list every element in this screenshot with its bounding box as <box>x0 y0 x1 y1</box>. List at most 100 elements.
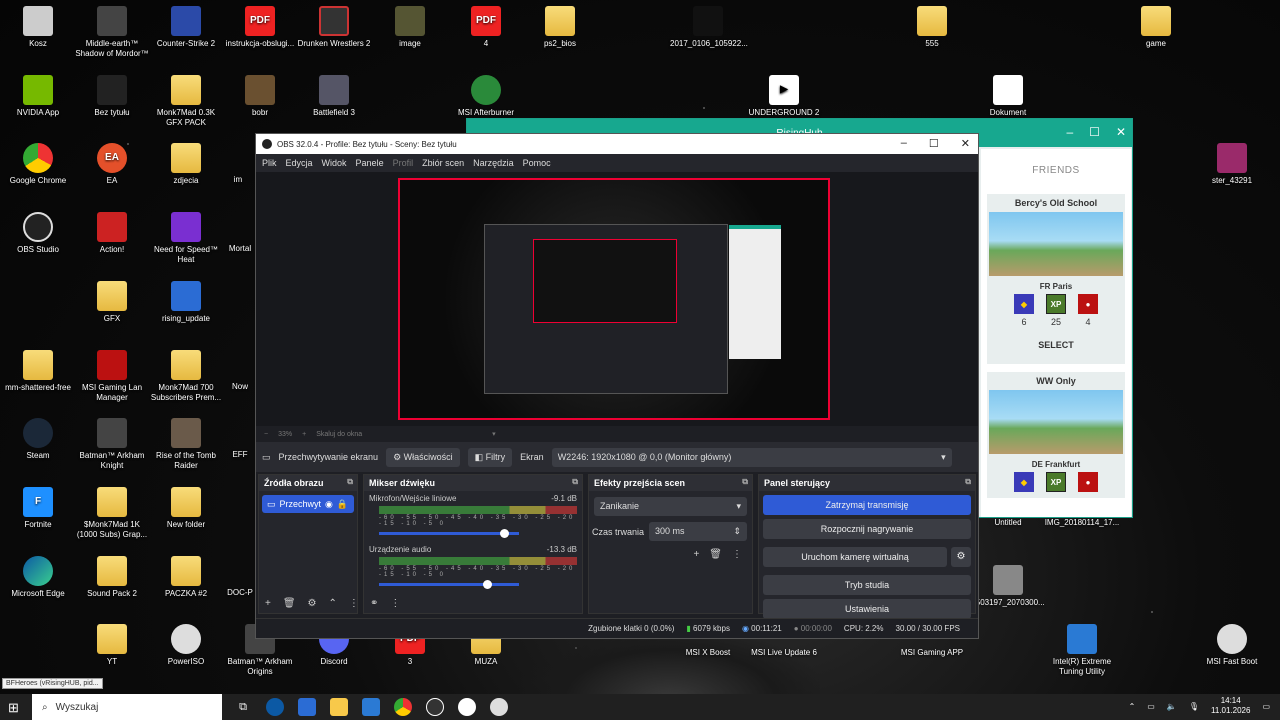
properties-button[interactable]: ⚙ Właściwości <box>386 447 460 467</box>
friends-header[interactable]: FRIENDS <box>981 165 1131 176</box>
maximize-icon[interactable]: ☐ <box>1089 125 1100 139</box>
store-icon[interactable] <box>298 698 316 716</box>
start-recording-button[interactable]: Rozpocznij nagrywanie <box>763 519 971 539</box>
desktop-icon-1503197[interactable]: 1503197_2070300... <box>970 565 1046 608</box>
gear-icon[interactable]: ⚙ <box>951 547 971 567</box>
desktop-icon-recycle-bin[interactable]: Kosz <box>0 6 76 49</box>
server-card[interactable]: WW Only DE Frankfurt ◆ XP ● <box>987 372 1125 498</box>
desktop-icon-untitled[interactable]: Untitled <box>970 518 1046 528</box>
chevron-up-icon[interactable]: ⌃ <box>1129 702 1136 711</box>
desktop-icon-bf3[interactable]: Battlefield 3 <box>296 75 372 118</box>
zoom-mode[interactable]: Skaluj do okna <box>316 431 362 438</box>
desktop-icon-tomb-raider[interactable]: Rise of the Tomb Raider <box>148 418 224 471</box>
desktop-icon-monk-gfx[interactable]: Monk7Mad 0.3K GFX PACK <box>148 75 224 128</box>
maximize-icon[interactable]: ☐ <box>929 137 939 150</box>
desktop-icon-partial-2[interactable]: Mortal <box>222 244 258 254</box>
clock[interactable]: 14:14 11.01.2026 <box>1211 696 1250 716</box>
desktop-icon-chrome[interactable]: Google Chrome <box>0 143 76 186</box>
desktop-icon-sound-pack[interactable]: Sound Pack 2 <box>74 556 150 599</box>
eye-icon[interactable]: ◉ <box>325 499 333 510</box>
studio-mode-button[interactable]: Tryb studia <box>763 575 971 595</box>
menu-profil[interactable]: Profil <box>393 158 414 168</box>
desktop-icon-action[interactable]: Action! <box>74 212 150 255</box>
filters-button[interactable]: ◧ Filtry <box>467 447 513 467</box>
volume-slider-knob[interactable] <box>500 529 509 538</box>
app-icon[interactable] <box>458 698 476 716</box>
desktop-icon-paczka[interactable]: PACZKA #2 <box>148 556 224 599</box>
desktop-icon-zdjecia[interactable]: zdjecia <box>148 143 224 186</box>
desktop-icon-poweriso[interactable]: PowerISO <box>148 624 224 667</box>
lock-icon[interactable]: 🔒 <box>337 499 348 510</box>
desktop-icon-ps2-bios[interactable]: ps2_bios <box>522 6 598 49</box>
desktop-icon-rising-update[interactable]: rising_update <box>148 281 224 324</box>
desktop-icon-4[interactable]: PDF 4 <box>448 6 524 49</box>
desktop-icon-edge[interactable]: Microsoft Edge <box>0 556 76 599</box>
desktop-icon-mordor[interactable]: Middle-earth™ Shadow of Mordor™ <box>74 6 150 59</box>
edge-icon[interactable] <box>266 698 284 716</box>
move-up-icon[interactable]: ⌃ <box>329 598 337 609</box>
desktop-icon-steam[interactable]: Steam <box>0 418 76 461</box>
desktop-icon-new-folder[interactable]: New folder <box>148 487 224 530</box>
desktop-icon-underground2[interactable]: ▶ UNDERGROUND 2 <box>746 75 822 118</box>
preview-canvas[interactable] <box>398 178 830 420</box>
undock-icon[interactable]: ⧉ <box>965 477 971 487</box>
desktop-icon-nfs-heat[interactable]: Need for Speed™ Heat <box>148 212 224 265</box>
menu-edycja[interactable]: Edycja <box>286 158 313 168</box>
desktop-icon-dokument[interactable]: Dokument <box>970 75 1046 118</box>
desktop-icon-555[interactable]: 555 <box>894 6 970 49</box>
obs-icon[interactable] <box>426 698 444 716</box>
more-icon[interactable]: ⋮ <box>349 598 359 609</box>
menu-widok[interactable]: Widok <box>322 158 347 168</box>
start-virtual-camera-button[interactable]: Uruchom kamerę wirtualną <box>763 547 947 567</box>
trash-icon[interactable]: 🗑 <box>283 598 296 609</box>
windows-start-icon[interactable]: ⊞ <box>8 700 19 716</box>
desktop-icon-mm-shattered[interactable]: mm-shattered-free <box>0 350 76 393</box>
microphone-icon[interactable]: 🎙 <box>1189 702 1199 711</box>
close-icon[interactable]: ✕ <box>961 137 970 150</box>
volume-slider-knob[interactable] <box>483 580 493 589</box>
chevron-down-icon[interactable]: ▾ <box>492 430 496 438</box>
desktop-icon-msi-gaming-app[interactable]: MSI Gaming APP <box>894 648 970 658</box>
screen-select[interactable]: W2246: 1920x1080 @ 0,0 (Monitor główny) ▾ <box>551 447 952 467</box>
menu-plik[interactable]: Plik <box>262 158 277 168</box>
desktop-icon-game[interactable]: game <box>1118 6 1194 49</box>
undock-icon[interactable]: ⧉ <box>347 477 353 487</box>
select-button[interactable]: SELECT <box>987 340 1125 350</box>
desktop-icon-afterburner[interactable]: MSI Afterburner <box>448 75 524 118</box>
desktop-icon-drunken[interactable]: Drunken Wrestlers 2 <box>296 6 372 49</box>
desktop-icon-instrukcja[interactable]: PDF instrukcja-obslugi... <box>222 6 298 49</box>
desktop-icon-image[interactable]: image <box>372 6 448 49</box>
desktop-icon-msi-fast-boot[interactable]: MSI Fast Boot <box>1194 624 1270 667</box>
desktop-icon-msi-live-update[interactable]: MSI Live Update 6 <box>746 648 822 658</box>
stepper-icon[interactable]: ⇕ <box>733 526 741 537</box>
obs-titlebar[interactable]: OBS 32.0.4 - Profile: Bez tytułu - Sceny… <box>256 134 978 154</box>
link-icon[interactable]: ⚭ <box>370 598 378 609</box>
zoom-in-button[interactable]: + <box>302 431 306 438</box>
desktop-icon-img-2018[interactable]: IMG_20180114_17... <box>1044 518 1120 528</box>
settings-button[interactable]: Ustawienia <box>763 599 971 619</box>
desktop-icon-bez-tytulu[interactable]: Bez tytułu <box>74 75 150 118</box>
transition-select[interactable]: Zanikanie ▾ <box>594 497 747 516</box>
desktop-icon-nvidia[interactable]: NVIDIA App <box>0 75 76 118</box>
trash-icon[interactable]: 🗑 <box>709 549 722 560</box>
notification-icon[interactable]: ▭ <box>1262 702 1270 711</box>
server-card[interactable]: Bercy's Old School FR Paris ◆ 6 XP 25 ● 4 S… <box>987 194 1125 364</box>
desktop-icon-bobr[interactable]: bobr <box>222 75 298 118</box>
volume-slider[interactable] <box>379 580 519 589</box>
desktop-icon-cs2[interactable]: Counter-Strike 2 <box>148 6 224 49</box>
mail-icon[interactable] <box>362 698 380 716</box>
desktop-icon-partial-4[interactable]: EFF <box>222 450 258 460</box>
network-icon[interactable]: ▭ <box>1147 702 1155 711</box>
menu-zbior-scen[interactable]: Zbiór scen <box>422 158 464 168</box>
minimize-icon[interactable]: – <box>901 137 907 150</box>
gear-icon[interactable]: ⚙ <box>308 598 317 609</box>
file-explorer-icon[interactable] <box>330 698 348 716</box>
desktop-icon-yt[interactable]: YT <box>74 624 150 667</box>
preview-area[interactable] <box>256 172 978 426</box>
minimize-icon[interactable]: – <box>1066 125 1073 139</box>
desktop-icon-msi-x-boost[interactable]: MSI X Boost <box>670 648 746 658</box>
desktop-icon-intel-xtu[interactable]: Intel(R) Extreme Tuning Utility <box>1044 624 1120 677</box>
desktop-icon-gfx[interactable]: GFX <box>74 281 150 324</box>
chrome-icon[interactable] <box>394 698 412 716</box>
close-icon[interactable]: ✕ <box>1116 125 1126 139</box>
